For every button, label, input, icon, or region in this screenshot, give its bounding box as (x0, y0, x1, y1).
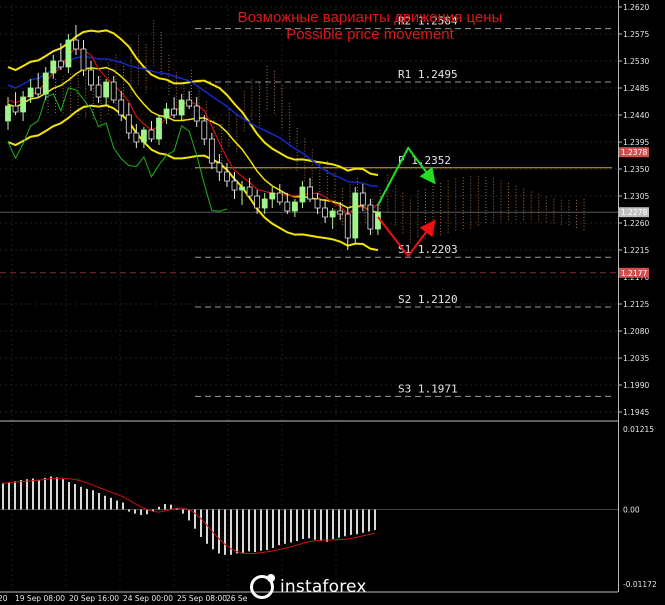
candle-body (27, 87, 34, 98)
price-tick-label: 1.2125 (623, 300, 649, 309)
candle-body (133, 132, 140, 143)
candle-body (12, 105, 19, 113)
logo-brand: instaforex (280, 577, 367, 597)
candle-body (171, 108, 178, 116)
price-tick-label: 1.2485 (623, 84, 649, 93)
candle-body (103, 81, 110, 98)
candle-body (186, 99, 193, 107)
candle-body (216, 162, 223, 173)
candle-body (291, 201, 298, 212)
candle-body (269, 192, 276, 200)
price-tick-label: 1.2575 (623, 30, 649, 39)
instaforex-ring-icon (250, 574, 275, 599)
time-tick-label: 26 Se (226, 594, 248, 603)
candle-body (208, 138, 215, 164)
price-tick-label: 1.1990 (623, 381, 649, 390)
candle-body (322, 207, 329, 218)
time-tick-label: 19 Sep 08:00 (15, 594, 65, 603)
candle-body (307, 186, 313, 200)
chart-title: Возможные варианты движения цены (238, 9, 503, 26)
candle-body (50, 60, 57, 74)
candle-body (80, 48, 87, 71)
candle-body (5, 105, 11, 122)
candle-body (231, 180, 238, 191)
time-tick-label: 24 Sep 00:00 (123, 594, 173, 603)
candle-body (42, 72, 49, 95)
candle-body (352, 192, 359, 239)
candle-body (254, 195, 261, 209)
instaforex-logo: instaforex (250, 572, 425, 602)
candle-body (201, 120, 208, 140)
candle-body (118, 99, 125, 116)
candle-body (163, 108, 170, 119)
candle-body (178, 99, 185, 116)
chart-subtitle: Possible price movement (286, 26, 454, 43)
price-tag-label: 1.2278 (621, 208, 647, 217)
candle-body (148, 129, 155, 140)
price-tick-label: 1.1945 (623, 408, 649, 417)
pivot-label: S2 1.2120 (398, 293, 458, 306)
osc-tick-label: -0.01172 (623, 580, 657, 589)
price-tick-label: 1.2395 (623, 138, 649, 147)
candle-body (314, 198, 321, 209)
candle-body (88, 69, 94, 86)
candle-body (284, 201, 291, 212)
candle-body (239, 186, 245, 191)
candle-body (73, 39, 79, 50)
pivot-label: S3 1.1971 (398, 382, 458, 395)
osc-tick-label: 0.00 (623, 505, 640, 514)
price-tick-label: 1.2440 (623, 111, 649, 120)
price-tick-label: 1.2260 (623, 219, 649, 228)
pivot-label: R1 1.2495 (398, 68, 458, 81)
candle-body (65, 39, 72, 68)
price-tag-label: 1.2177 (621, 269, 647, 278)
candle-body (329, 210, 336, 218)
candle-body (299, 186, 306, 203)
candle-body (193, 105, 200, 122)
candle-body (261, 198, 268, 209)
time-tick-label: 25 Sep 08:00 (177, 594, 227, 603)
candle-body (95, 84, 102, 98)
candle-body (140, 129, 147, 143)
candle-body (344, 213, 351, 239)
price-tag-label: 1.2378 (621, 148, 647, 157)
price-tick-label: 1.2035 (623, 354, 649, 363)
candle-body (156, 117, 162, 140)
price-tick-label: 1.2215 (623, 246, 649, 255)
candle-body (359, 192, 366, 206)
time-tick-label: 20 Sep 16:00 (69, 594, 119, 603)
candle-body (57, 60, 64, 68)
candle-body (276, 192, 283, 203)
candle-body (35, 87, 42, 95)
price-chart: R2 1.2584R1 1.2495P 1.2352S1 1.2203S2 1.… (0, 0, 665, 605)
candle-body (110, 81, 117, 101)
price-tick-label: 1.2080 (623, 327, 649, 336)
price-tick-label: 1.2350 (623, 165, 649, 174)
candle-body (20, 96, 27, 113)
price-tick-label: 1.2620 (623, 3, 649, 12)
osc-tick-label: 0.01215 (623, 425, 654, 434)
candle-body (125, 114, 132, 134)
candle-body (224, 171, 230, 182)
time-tick-label: 18 Sep 2020 (0, 594, 8, 603)
candle-body (246, 186, 253, 197)
price-tick-label: 1.2305 (623, 192, 649, 201)
candle-body (367, 204, 374, 230)
price-tick-label: 1.2530 (623, 57, 649, 66)
pivot-label: P 1.2352 (398, 154, 451, 167)
candle-body (337, 210, 344, 215)
